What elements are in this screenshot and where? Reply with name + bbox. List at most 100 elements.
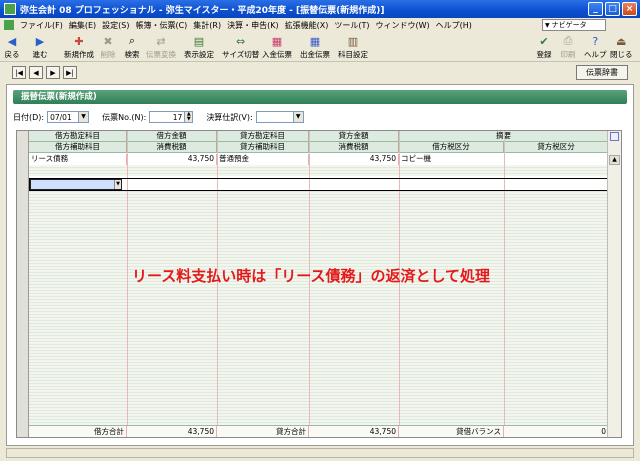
column-divider: [504, 131, 505, 437]
close-view-button[interactable]: ⏏ 閉じる: [610, 34, 633, 60]
credit-total-value: 43,750: [309, 426, 399, 437]
navigator-dropdown[interactable]: ▼ ナビゲータ: [542, 19, 606, 31]
display-icon: ▤: [193, 34, 205, 48]
balance-label: 貸借バランス: [399, 426, 504, 437]
chevron-down-icon[interactable]: ▼: [78, 112, 89, 122]
table-row[interactable]: リース債務 43,750 普通預金 43,750 コピー機: [29, 154, 609, 165]
prev-record-button[interactable]: ◀: [29, 66, 43, 79]
resize-button[interactable]: ⇔ サイズ切替: [222, 34, 259, 60]
memo-icon[interactable]: [610, 132, 619, 141]
menu-settings[interactable]: 設定(S): [102, 20, 129, 31]
record-navigation: |◀ ◀ ▶ ▶| 伝票辞書: [0, 62, 640, 82]
menu-totals[interactable]: 集計(R): [193, 20, 221, 31]
grid-totals: 借方合計 43,750 貸方合計 43,750 貸借バランス 0: [29, 425, 609, 437]
spinner-icon[interactable]: ▲ ▼: [184, 112, 193, 122]
doc-icon: [4, 20, 14, 30]
search-button[interactable]: ⌕ 検索: [124, 34, 140, 60]
close-button[interactable]: ×: [622, 2, 637, 16]
journal-grid: 借方勘定科目 借方金額 貸方勘定科目 貸方金額 摘要 借方補助科目 消費税額 貸…: [16, 130, 622, 438]
slip-no-stepper[interactable]: 17 ▲ ▼: [149, 111, 194, 123]
register-button[interactable]: ✔ 登録: [536, 34, 552, 60]
help-button[interactable]: ? ヘルプ: [584, 34, 607, 60]
header-debit-sub: 借方補助科目: [29, 142, 127, 152]
register-icon: ✔: [539, 34, 549, 48]
credit-amount-cell[interactable]: 43,750: [309, 154, 399, 165]
back-button[interactable]: ◀ 戻る: [4, 34, 20, 60]
receipt-slip-button[interactable]: ▦ 入金伝票: [262, 34, 292, 60]
account-settings-button[interactable]: ▥ 科目設定: [338, 34, 368, 60]
payment-icon: ▦: [309, 34, 321, 48]
arrow-right-icon: ▶: [35, 34, 45, 48]
status-bar: [6, 448, 634, 458]
convert-icon: ⇄: [156, 34, 166, 48]
search-icon: ⌕: [128, 34, 136, 47]
title-bar: 弥生会計 08 プロフェッショナル - 弥生マイスター・平成20年度 - [振替…: [0, 0, 640, 18]
print-button[interactable]: ⎙ 印刷: [560, 34, 576, 60]
last-record-button[interactable]: ▶|: [63, 66, 77, 79]
payment-slip-button[interactable]: ▦ 出金伝票: [300, 34, 330, 60]
menu-help[interactable]: ヘルプ(H): [436, 20, 472, 31]
chevron-down-icon[interactable]: ▼: [292, 112, 303, 122]
help-icon: ?: [592, 34, 599, 48]
slip-no-label: 伝票No.(N):: [102, 112, 147, 122]
convert-button[interactable]: ⇄ 伝票変換: [146, 34, 176, 60]
credit-total-label: 貸方合計: [217, 426, 309, 437]
slip-dictionary-button[interactable]: 伝票辞書: [576, 65, 628, 80]
debit-total-label: 借方合計: [29, 426, 127, 437]
grid-header-bottom: 借方補助科目 消費税額 貸方補助科目 消費税額 借方税区分 貸方税区分: [29, 142, 609, 153]
forward-button[interactable]: ▶ 進む: [32, 34, 48, 60]
minimize-button[interactable]: _: [588, 2, 603, 16]
section-title: 振替伝票(新規作成): [13, 90, 627, 104]
door-icon: ⏏: [616, 34, 627, 48]
toolbar: ◀ 戻る ▶ 進む ✚ 新規作成 ✖ 削除 ⌕ 検索 ⇄ 伝票変換 ▤ 表示設定…: [0, 32, 640, 62]
grid-header-top: 借方勘定科目 借方金額 貸方勘定科目 貸方金額 摘要: [29, 131, 609, 142]
row-marker-column: [17, 131, 29, 437]
credit-account-cell[interactable]: 普通預金: [217, 154, 309, 165]
scroll-up-icon[interactable]: ▲: [609, 155, 620, 165]
date-label: 日付(D):: [13, 112, 45, 122]
display-settings-button[interactable]: ▤ 表示設定: [184, 34, 214, 60]
menu-extensions[interactable]: 拡張機能(X): [285, 20, 329, 31]
vertical-scrollbar[interactable]: ▲: [607, 131, 621, 437]
header-credit-sub: 貸方補助科目: [217, 142, 309, 152]
header-debit-account: 借方勘定科目: [29, 131, 127, 141]
menu-bar: ファイル(F) 編集(E) 設定(S) 帳簿・伝票(C) 集計(R) 決算・申告…: [0, 18, 640, 32]
first-record-button[interactable]: |◀: [12, 66, 26, 79]
date-field[interactable]: 07/01 ▼: [47, 111, 90, 123]
column-divider: [127, 131, 128, 437]
header-credit-amount: 貸方金額: [309, 131, 399, 141]
header-debit-tax-class: 借方税区分: [399, 142, 504, 152]
arrow-left-icon: ◀: [7, 34, 17, 48]
header-credit-tax: 消費税額: [309, 142, 399, 152]
closing-entry-label: 決算仕訳(V):: [206, 112, 253, 122]
menu-tools[interactable]: ツール(T): [334, 20, 369, 31]
menu-window[interactable]: ウィンドウ(W): [375, 20, 429, 31]
window-title: 弥生会計 08 プロフェッショナル - 弥生マイスター・平成20年度 - [振替…: [20, 5, 385, 16]
printer-icon: ⎙: [563, 34, 573, 47]
menu-books[interactable]: 帳簿・伝票(C): [135, 20, 187, 31]
delete-button[interactable]: ✖ 削除: [100, 34, 116, 60]
app-icon: [4, 3, 16, 15]
maximize-button[interactable]: □: [605, 2, 620, 16]
header-credit-account: 貸方勘定科目: [217, 131, 309, 141]
menu-file[interactable]: ファイル(F): [20, 20, 63, 31]
debit-account-input[interactable]: ▼: [30, 179, 122, 190]
receipt-icon: ▦: [271, 34, 283, 48]
debit-account-cell[interactable]: リース債務: [29, 154, 127, 165]
empty-rows[interactable]: [29, 191, 609, 425]
header-credit-tax-class: 貸方税区分: [504, 142, 609, 152]
chevron-down-icon[interactable]: ▼: [114, 180, 121, 189]
navigator-label: ナビゲータ: [551, 21, 587, 29]
account-icon: ▥: [347, 34, 359, 48]
table-row[interactable]: [29, 165, 609, 176]
new-button[interactable]: ✚ 新規作成: [64, 34, 94, 60]
closing-entry-select[interactable]: ▼: [255, 111, 304, 123]
chevron-down-icon: ▼: [545, 21, 550, 29]
menu-closing[interactable]: 決算・申告(K): [227, 20, 279, 31]
debit-amount-cell[interactable]: 43,750: [127, 154, 217, 165]
next-record-button[interactable]: ▶: [46, 66, 60, 79]
menu-edit[interactable]: 編集(E): [69, 20, 96, 31]
slip-form: 日付(D): 07/01 ▼ 伝票No.(N): 17 ▲ ▼ 決算仕訳(V): …: [13, 110, 304, 124]
header-debit-amount: 借方金額: [127, 131, 217, 141]
new-doc-icon: ✚: [74, 34, 84, 48]
